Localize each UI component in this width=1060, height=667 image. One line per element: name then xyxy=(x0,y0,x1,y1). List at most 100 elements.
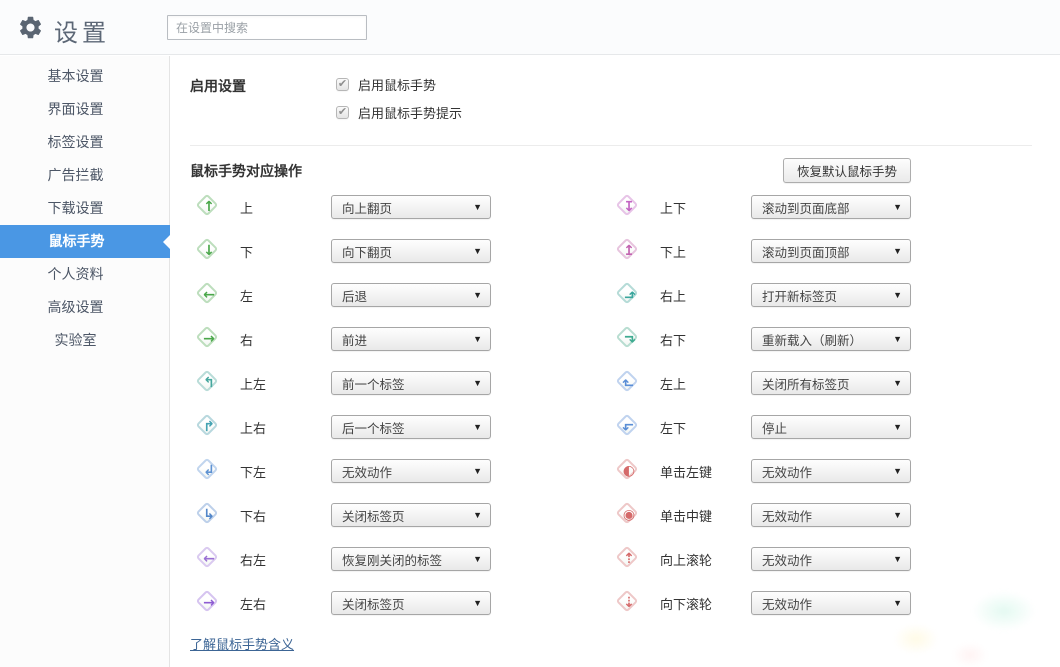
sidebar-item[interactable]: 基本设置 xyxy=(0,60,169,93)
page-title: 设置 xyxy=(54,13,110,48)
gesture-action-dropdown[interactable]: 后退▼ xyxy=(331,283,491,307)
section-divider xyxy=(190,145,1032,146)
arrow-glyph: ◉ xyxy=(623,508,635,522)
gesture-row: →右前进▼ xyxy=(196,317,491,361)
gesture-left-right-icon: → xyxy=(196,590,222,616)
dropdown-value: 无效动作 xyxy=(762,594,893,613)
arrow-glyph: → xyxy=(203,596,215,610)
dropdown-value: 关闭标签页 xyxy=(342,506,473,525)
sidebar-item-label: 广告拦截 xyxy=(48,167,104,183)
gesture-up-right-icon: ↱ xyxy=(196,414,222,440)
sidebar-item[interactable]: 个人资料 xyxy=(0,258,169,291)
dropdown-value: 打开新标签页 xyxy=(762,286,893,305)
checkbox-label: 启用鼠标手势提示 xyxy=(358,103,462,122)
chevron-down-icon: ▼ xyxy=(893,555,902,564)
chevron-down-icon: ▼ xyxy=(473,423,482,432)
sidebar-item[interactable]: 标签设置 xyxy=(0,126,169,159)
checkbox-enable-mouse-gesture[interactable]: ✔ xyxy=(336,78,349,91)
gesture-action-dropdown[interactable]: 无效动作▼ xyxy=(751,547,911,571)
gesture-right-up-icon: ↰ xyxy=(616,282,642,308)
gesture-action-dropdown[interactable]: 无效动作▼ xyxy=(751,591,911,615)
gesture-action-dropdown[interactable]: 关闭所有标签页▼ xyxy=(751,371,911,395)
gesture-row: → 左右关闭标签页▼ xyxy=(196,581,491,625)
gesture-action-dropdown[interactable]: 无效动作▼ xyxy=(751,503,911,527)
sidebar-item[interactable]: 高级设置 xyxy=(0,291,169,324)
gesture-action-dropdown[interactable]: 滚动到页面底部▼ xyxy=(751,195,911,219)
sidebar-item-label: 界面设置 xyxy=(48,101,104,117)
gesture-right-left-icon: ← xyxy=(196,546,222,572)
gesture-action-dropdown[interactable]: 关闭标签页▼ xyxy=(331,591,491,615)
dropdown-value: 恢复刚关闭的标签 xyxy=(342,550,473,569)
gesture-row: ↱上右后一个标签▼ xyxy=(196,405,491,449)
enable-settings-section: 启用设置 ✔ 启用鼠标手势 ✔ 启用鼠标手势提示 xyxy=(170,55,1060,131)
gesture-right-icon: → xyxy=(196,326,222,352)
gesture-action-dropdown[interactable]: 滚动到页面顶部▼ xyxy=(751,239,911,263)
gesture-action-dropdown[interactable]: 无效动作▼ xyxy=(331,459,491,483)
gesture-row: ↳下右关闭标签页▼ xyxy=(196,493,491,537)
gesture-label: 下上 xyxy=(660,242,751,261)
gesture-action-dropdown[interactable]: 后一个标签▼ xyxy=(331,415,491,439)
gesture-label: 右下 xyxy=(660,330,751,349)
mouse-wheel-down-icon: ⇣ xyxy=(616,590,642,616)
sidebar: 基本设置界面设置标签设置广告拦截下载设置鼠标手势个人资料高级设置实验室 xyxy=(0,56,170,667)
gesture-label: 下 xyxy=(240,242,331,261)
gesture-label: 上下 xyxy=(660,198,751,217)
gesture-action-dropdown[interactable]: 恢复刚关闭的标签▼ xyxy=(331,547,491,571)
gesture-action-dropdown[interactable]: 前一个标签▼ xyxy=(331,371,491,395)
arrow-glyph: ↳ xyxy=(203,508,215,522)
arrow-glyph: ↱ xyxy=(622,333,636,345)
sidebar-item[interactable]: 鼠标手势 xyxy=(0,225,171,258)
sidebar-item-label: 下载设置 xyxy=(48,200,104,216)
gear-icon xyxy=(17,14,44,41)
gesture-label: 向下滚轮 xyxy=(660,594,751,613)
gesture-action-dropdown[interactable]: 停止▼ xyxy=(751,415,911,439)
gesture-label: 左 xyxy=(240,286,331,305)
arrow-glyph: ↑ xyxy=(203,200,215,214)
gesture-row: ↱左上关闭所有标签页▼ xyxy=(616,361,917,405)
enable-section-heading: 启用设置 xyxy=(190,75,336,131)
mouse-left-click-icon: ◐ xyxy=(616,458,642,484)
gesture-action-dropdown[interactable]: 打开新标签页▼ xyxy=(751,283,911,307)
chevron-down-icon: ▼ xyxy=(473,203,482,212)
sidebar-item[interactable]: 实验室 xyxy=(0,324,169,357)
gesture-action-dropdown[interactable]: 向上翻页▼ xyxy=(331,195,491,219)
reset-default-gestures-button[interactable]: 恢复默认鼠标手势 xyxy=(783,158,911,183)
dropdown-value: 无效动作 xyxy=(762,550,893,569)
sidebar-item[interactable]: 广告拦截 xyxy=(0,159,169,192)
gesture-action-dropdown[interactable]: 前进▼ xyxy=(331,327,491,351)
gesture-help-link[interactable]: 了解鼠标手势含义 xyxy=(190,634,294,653)
arrow-glyph: ↱ xyxy=(203,420,215,434)
chevron-down-icon: ▼ xyxy=(473,511,482,520)
gesture-up-down-icon: ↧ xyxy=(616,194,642,220)
gesture-label: 右上 xyxy=(660,286,751,305)
arrow-glyph: ⇣ xyxy=(623,596,635,610)
gesture-label: 左右 xyxy=(240,594,331,613)
gesture-row: ◐单击左键无效动作▼ xyxy=(616,449,917,493)
arrow-glyph: ⇡ xyxy=(623,552,635,566)
arrow-glyph: ← xyxy=(203,552,215,566)
main-content: 启用设置 ✔ 启用鼠标手势 ✔ 启用鼠标手势提示 鼠标手势对应操作 恢复默认鼠标… xyxy=(170,55,1060,667)
arrow-glyph: ↰ xyxy=(622,289,636,301)
gesture-left-down-icon: ↰ xyxy=(616,414,642,440)
search-input[interactable] xyxy=(167,15,367,40)
gesture-right-down-icon: ↱ xyxy=(616,326,642,352)
checkbox-enable-gesture-hint[interactable]: ✔ xyxy=(336,106,349,119)
sidebar-item[interactable]: 界面设置 xyxy=(0,93,169,126)
chevron-down-icon: ▼ xyxy=(893,335,902,344)
gesture-action-dropdown[interactable]: 向下翻页▼ xyxy=(331,239,491,263)
mouse-middle-click-icon: ◉ xyxy=(616,502,642,528)
sidebar-item[interactable]: 下载设置 xyxy=(0,192,169,225)
dropdown-value: 无效动作 xyxy=(762,506,893,525)
gesture-action-dropdown[interactable]: 重新载入（刷新）▼ xyxy=(751,327,911,351)
arrow-glyph: ↱ xyxy=(622,377,636,389)
gesture-action-dropdown[interactable]: 关闭标签页▼ xyxy=(331,503,491,527)
header: 设置 xyxy=(0,0,1060,55)
gesture-action-dropdown[interactable]: 无效动作▼ xyxy=(751,459,911,483)
gesture-label: 右左 xyxy=(240,550,331,569)
gesture-column-left: ↑上向上翻页▼↓下向下翻页▼←左后退▼→右前进▼↰上左前一个标签▼↱上右后一个标… xyxy=(196,185,491,625)
gesture-section-header: 鼠标手势对应操作 恢复默认鼠标手势 xyxy=(190,158,1032,185)
gesture-down-left-icon: ↲ xyxy=(196,458,222,484)
gesture-up-left-icon: ↰ xyxy=(196,370,222,396)
checkbox-row: ✔ 启用鼠标手势提示 xyxy=(336,103,462,122)
dropdown-value: 前进 xyxy=(342,330,473,349)
